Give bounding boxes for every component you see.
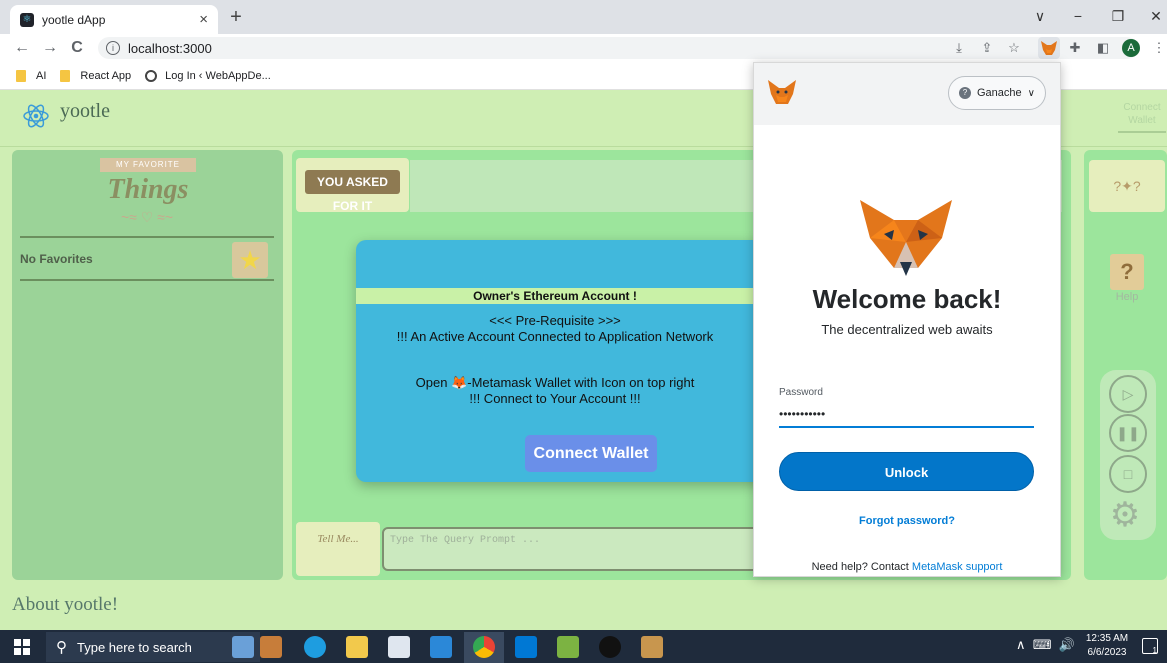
side-panel-icon[interactable]: ◧ [1094, 39, 1112, 57]
restore-button[interactable]: ❐ [1106, 6, 1130, 26]
chrome-icon[interactable] [473, 636, 495, 658]
taskbar-search-placeholder: Type here to search [77, 639, 192, 655]
favorites-banner-top: MY FAVORITE [100, 158, 196, 172]
news-widget-icon[interactable] [232, 636, 254, 658]
header-connect-wallet-button[interactable]: Connect Wallet [1118, 101, 1166, 133]
folder-icon [60, 69, 71, 82]
add-favorite-star-icon[interactable]: ★ [232, 242, 268, 278]
metamask-support-link[interactable]: MetaMask support [912, 561, 1002, 573]
tab-search-chevron-icon[interactable]: ∨ [1028, 6, 1052, 26]
date: 6/6/2023 [1087, 647, 1127, 658]
globe-icon [145, 69, 158, 82]
system-tray-icons[interactable]: ∧ ⌨ 🔊 [1016, 637, 1075, 653]
tab-close-icon[interactable]: × [199, 11, 208, 28]
network-selector[interactable]: ? Ganache ∨ [948, 76, 1046, 110]
unlock-button[interactable]: Unlock [779, 452, 1034, 491]
notepad-icon[interactable] [557, 636, 579, 658]
file-explorer-icon[interactable] [346, 636, 368, 658]
edge-icon[interactable] [304, 636, 326, 658]
forward-button[interactable]: → [40, 38, 60, 58]
vscode-icon[interactable] [515, 636, 537, 658]
folder-icon [16, 69, 26, 82]
help-icon[interactable]: ? [1110, 254, 1144, 290]
share-icon[interactable]: ⇪ [978, 39, 996, 57]
no-favorites-text: No Favorites [20, 252, 93, 266]
search-icon: ⚲ [56, 639, 67, 656]
metamask-logo-icon [766, 79, 798, 107]
modal-title: Owner's Ethereum Account ! [356, 288, 754, 304]
react-favicon-icon: ⚛ [20, 12, 34, 27]
about-footer: About yootle! [12, 594, 119, 615]
tagline: The decentralized web awaits [821, 322, 993, 337]
gear-icon[interactable]: ⚙ [1104, 494, 1146, 536]
pause-icon[interactable]: ❚❚ [1109, 414, 1147, 452]
you-asked-for-it-badge: YOU ASKED FOR IT [305, 170, 400, 213]
bookmark-star-icon[interactable]: ☆ [1005, 39, 1023, 57]
chevron-down-icon: ∨ [1027, 87, 1035, 99]
forgot-password-link[interactable]: Forgot password? [754, 515, 1060, 527]
help-text: Need help? Contact MetaMask support [811, 561, 1003, 573]
profile-avatar[interactable]: A [1122, 39, 1140, 57]
divider [20, 236, 274, 238]
bookmark-login[interactable]: Log In ‹ WebAppDe... [145, 69, 271, 82]
heart-flourish-icon: ~≈ ♡ ≈~ [120, 209, 174, 225]
url-text: localhost:3000 [128, 40, 212, 56]
tell-me-label: Tell Me... [296, 522, 380, 576]
app-icon[interactable] [599, 636, 621, 658]
modal-connect-text: !!! Connect to Your Account !!! [469, 391, 641, 406]
welcome-heading: Welcome back! [812, 284, 1002, 314]
metamask-extension-icon[interactable] [1038, 37, 1060, 59]
metamask-popup [753, 62, 1061, 577]
network-name: Ganache [977, 87, 1022, 99]
bookmark-ai[interactable]: AI [16, 69, 46, 82]
mail-icon[interactable] [430, 636, 452, 658]
network-question-icon: ? [959, 87, 971, 99]
new-tab-button[interactable]: + [226, 6, 246, 28]
windows-start-icon[interactable] [14, 639, 30, 655]
react-logo-icon [22, 102, 50, 130]
back-button[interactable]: ← [12, 38, 32, 58]
install-app-icon[interactable]: ⤓ [950, 39, 968, 57]
fox-icon: 🦊 [451, 375, 468, 390]
notification-icon[interactable]: 1 [1142, 638, 1158, 655]
extensions-puzzle-icon[interactable]: ✚ [1066, 39, 1084, 57]
tab-title: yootle dApp [42, 12, 106, 27]
time: 12:35 AM [1085, 633, 1129, 644]
reload-button[interactable]: C [67, 38, 87, 58]
modal-prereq-text: <<< Pre-Requisite >>> [489, 313, 621, 328]
favorites-banner-title: Things [107, 174, 189, 205]
connect-wallet-button[interactable]: Connect Wallet [525, 435, 657, 472]
password-label: Password [779, 387, 823, 398]
play-icon[interactable]: ▷ [1109, 375, 1147, 413]
browser-tab[interactable]: ⚛ yootle dApp × [10, 5, 218, 34]
minimize-button[interactable]: − [1066, 6, 1090, 26]
stop-icon[interactable]: □ [1109, 455, 1147, 493]
close-window-button[interactable]: ✕ [1144, 6, 1167, 26]
divider [20, 279, 274, 281]
metamask-fox-icon [856, 190, 956, 280]
app-brand: yootle [60, 100, 110, 122]
help-label: Help [1115, 291, 1139, 303]
query-prompt-input[interactable]: Type The Query Prompt ... [382, 527, 782, 571]
modal-instruction-text: Open 🦊-Metamask Wallet with Icon on top … [415, 375, 695, 390]
more-menu-icon[interactable]: ⋮ [1150, 39, 1167, 57]
password-input[interactable] [779, 402, 1034, 428]
taskbar-search[interactable]: ⚲ Type here to search [46, 632, 260, 662]
pencils-widget-icon[interactable] [260, 636, 282, 658]
taskbar-clock[interactable]: 12:35 AM 6/6/2023 [1082, 632, 1132, 660]
site-info-icon[interactable]: i [106, 41, 120, 55]
bookmark-react-app[interactable]: React App [60, 69, 131, 82]
modal-requirement-text: !!! An Active Account Connected to Appli… [396, 329, 714, 344]
store-icon[interactable] [388, 636, 410, 658]
question-weather-icon: ?✦? [1089, 160, 1165, 212]
box-app-icon[interactable] [641, 636, 663, 658]
